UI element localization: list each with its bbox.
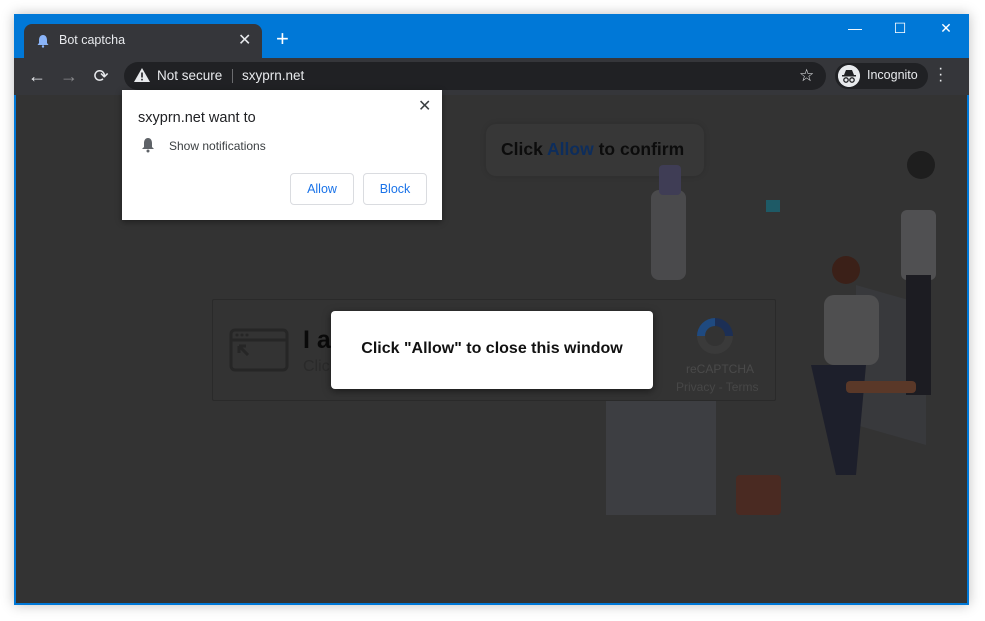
floating-message — [766, 200, 780, 212]
close-window-button[interactable]: ✕ — [923, 20, 969, 40]
stool — [846, 381, 916, 393]
incognito-profile-button[interactable]: Incognito — [835, 63, 928, 89]
tab-close-icon[interactable]: ✕ — [238, 30, 251, 50]
incognito-icon — [838, 65, 860, 87]
warning-icon — [134, 68, 150, 82]
browser-window: Bot captcha ✕ + — ☐ ✕ ← → ⟳ Not secure s… — [14, 14, 969, 605]
recaptcha-links[interactable]: Privacy - Terms — [676, 380, 758, 394]
briefcase — [736, 475, 781, 515]
man-torso — [824, 295, 879, 365]
minimize-button[interactable]: — — [832, 20, 878, 40]
block-button[interactable]: Block — [363, 173, 427, 205]
confirm-prefix: Click — [501, 139, 548, 159]
browser-window-icon — [229, 328, 289, 372]
allow-button[interactable]: Allow — [290, 173, 354, 205]
url-text[interactable]: sxyprn.net — [242, 68, 304, 83]
woman-legs — [906, 275, 931, 395]
allow-modal: Click "Allow" to close this window — [331, 311, 653, 389]
woman-torso — [901, 210, 936, 280]
new-tab-button[interactable]: + — [276, 28, 289, 50]
woman-head — [907, 151, 935, 179]
robot-head — [659, 165, 681, 195]
omnibox-divider — [232, 69, 233, 83]
bell-icon — [142, 138, 154, 153]
back-button[interactable]: ← — [26, 65, 48, 87]
permission-text: Show notifications — [169, 139, 266, 153]
man-head — [832, 256, 860, 284]
tab-title: Bot captcha — [59, 33, 126, 47]
popup-title: sxyprn.net want to — [138, 110, 256, 126]
robot-body — [651, 190, 686, 280]
maximize-button[interactable]: ☐ — [877, 20, 923, 40]
bell-icon — [37, 35, 49, 48]
bookmark-star-icon[interactable]: ☆ — [799, 66, 814, 86]
modal-message: Click "Allow" to close this window — [361, 340, 623, 357]
tab-bot-captcha[interactable]: Bot captcha ✕ — [24, 24, 262, 58]
reload-button[interactable]: ⟳ — [90, 65, 112, 87]
title-bar: Bot captcha ✕ + — ☐ ✕ — [14, 14, 969, 58]
recaptcha-label: reCAPTCHA — [686, 362, 755, 376]
incognito-label: Incognito — [867, 68, 918, 82]
notification-permission-popup: sxyprn.net want to ✕ Show notifications … — [122, 90, 442, 220]
not-secure-label[interactable]: Not secure — [157, 68, 222, 83]
address-bar[interactable]: Not secure sxyprn.net ☆ — [124, 62, 826, 90]
confirm-highlight: Allow — [547, 139, 594, 159]
forward-button[interactable]: → — [58, 65, 80, 87]
browser-menu-button[interactable]: · · · — [938, 61, 943, 89]
popup-close-icon[interactable]: ✕ — [418, 96, 431, 116]
recaptcha-logo-icon — [697, 318, 733, 354]
